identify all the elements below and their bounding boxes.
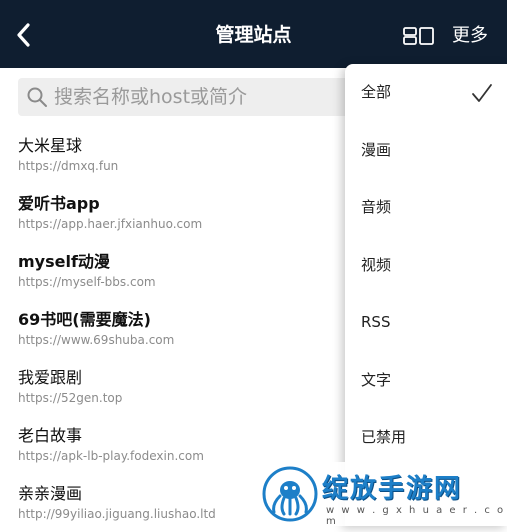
- watermark: 绽放手游网 w w w . g x h u a e r . c o m: [256, 462, 507, 527]
- site-name: 老白故事: [18, 426, 83, 445]
- menu-item-label: 已禁用: [361, 428, 407, 446]
- watermark-url: w w w . g x h u a e r . c o m: [326, 505, 506, 527]
- watermark-logo-icon: [262, 466, 318, 522]
- menu-item-disabled[interactable]: 已禁用: [345, 409, 507, 467]
- site-item[interactable]: myself动漫 https://myself-bbs.com: [0, 242, 350, 300]
- menu-item-label: 文字: [361, 370, 392, 389]
- menu-item-comics[interactable]: 漫画: [345, 122, 507, 180]
- menu-item-all[interactable]: 全部: [345, 64, 507, 122]
- site-item[interactable]: 大米星球 https://dmxq.fun: [0, 126, 350, 184]
- filter-dropdown-menu: 全部 漫画 音频 视频 RSS 文字 已禁用: [345, 64, 507, 526]
- site-name: myself动漫: [18, 252, 110, 271]
- site-name: 爱听书app: [18, 194, 100, 213]
- search-bar[interactable]: [18, 78, 358, 116]
- site-url: https://app.haer.jfxianhuo.com: [18, 217, 203, 231]
- site-item[interactable]: 我爱跟剧 https://52gen.top: [0, 358, 350, 416]
- site-name: 大米星球: [18, 136, 83, 155]
- site-url: https://myself-bbs.com: [18, 275, 156, 289]
- menu-item-label: 全部: [361, 83, 392, 101]
- more-button[interactable]: 更多: [452, 0, 488, 68]
- menu-item-label: RSS: [361, 313, 391, 331]
- chevron-left-icon: [17, 23, 30, 47]
- search-icon: [27, 87, 47, 107]
- search-input[interactable]: [54, 78, 354, 116]
- site-item[interactable]: 爱听书app https://app.haer.jfxianhuo.com: [0, 184, 350, 242]
- site-url: https://www.69shuba.com: [18, 333, 175, 347]
- menu-item-video[interactable]: 视频: [345, 237, 507, 295]
- site-url: https://52gen.top: [18, 391, 123, 405]
- top-nav-bar: 管理站点 更多: [0, 0, 507, 68]
- back-button[interactable]: [12, 20, 38, 50]
- site-item[interactable]: 69书吧(需要魔法) https://www.69shuba.com: [0, 300, 350, 358]
- site-name: 我爱跟剧: [18, 368, 83, 387]
- menu-item-label: 音频: [361, 198, 392, 216]
- watermark-name: 绽放手游网: [322, 474, 463, 504]
- menu-item-rss[interactable]: RSS: [345, 294, 507, 352]
- menu-item-text[interactable]: 文字: [345, 352, 507, 410]
- menu-item-audio[interactable]: 音频: [345, 179, 507, 237]
- checkmark-icon: [472, 84, 492, 102]
- menu-item-label: 漫画: [361, 140, 392, 159]
- grid-view-button[interactable]: [402, 25, 436, 47]
- site-name: 69书吧(需要魔法): [18, 310, 151, 329]
- menu-item-label: 视频: [361, 255, 392, 274]
- site-url: https://dmxq.fun: [18, 159, 119, 173]
- grid-view-icon: [403, 27, 434, 45]
